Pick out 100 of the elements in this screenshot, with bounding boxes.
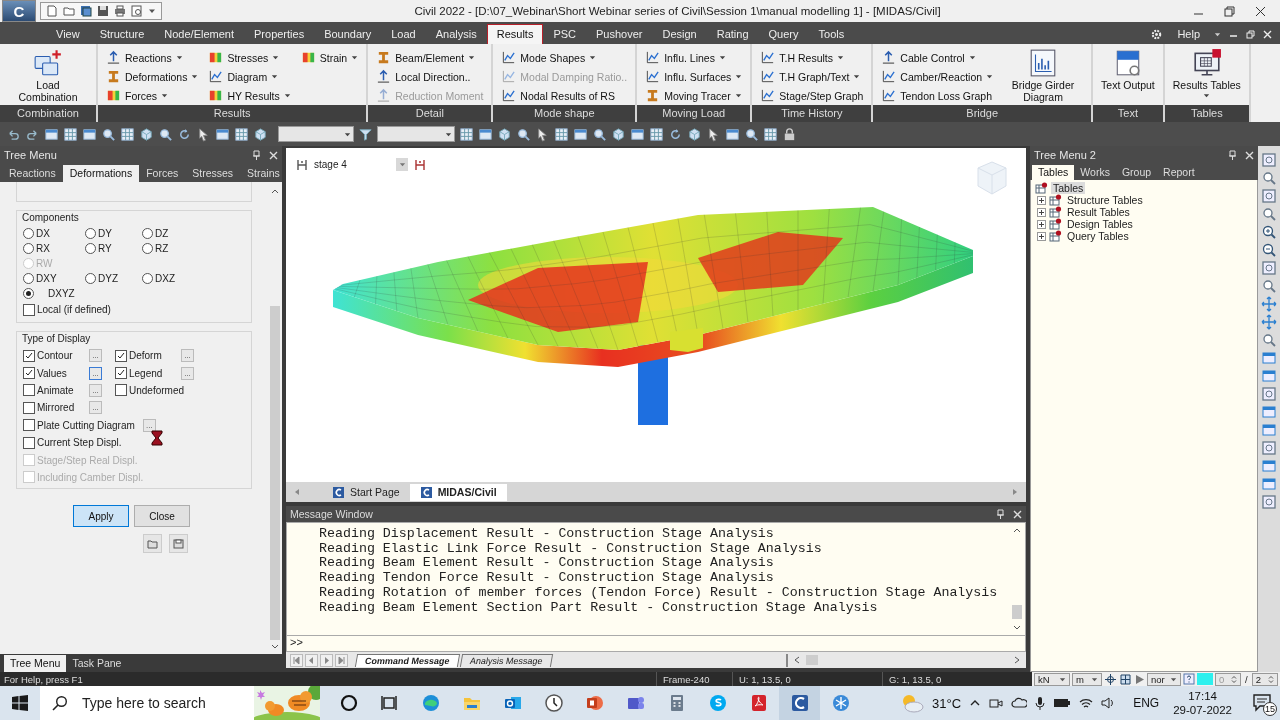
- ribbon-button[interactable]: HY Results: [206, 86, 293, 105]
- menu-tab[interactable]: Structure: [89, 24, 155, 44]
- window-icon[interactable]: [1261, 404, 1277, 420]
- panel-tab[interactable]: Deformations: [62, 165, 140, 182]
- window-icon[interactable]: [215, 126, 230, 142]
- zoom-fit-icon[interactable]: [1261, 494, 1277, 510]
- dialog-button[interactable]: Close: [134, 505, 190, 528]
- play-icon[interactable]: [1134, 672, 1145, 686]
- save-all-icon[interactable]: [80, 5, 92, 17]
- chat-icon[interactable]: [707, 693, 728, 713]
- command-field[interactable]: >>: [286, 636, 1026, 652]
- tree-item[interactable]: Result Tables: [1065, 206, 1132, 218]
- menu-tab[interactable]: View: [46, 24, 90, 44]
- radio-button[interactable]: [23, 243, 34, 254]
- radio-button[interactable]: [85, 243, 96, 254]
- lock-icon[interactable]: [782, 126, 797, 142]
- scrollbar-thumb[interactable]: [1012, 605, 1022, 619]
- battery-icon[interactable]: [1053, 698, 1072, 708]
- ribbon-button[interactable]: Beam/Element: [374, 48, 486, 67]
- magnifier-icon[interactable]: [1261, 206, 1277, 222]
- panel-tab[interactable]: Tables: [1032, 165, 1075, 180]
- ribbon-button[interactable]: Load Combination: [6, 48, 90, 105]
- ribbon-button[interactable]: Reactions: [104, 48, 201, 67]
- menu-tab[interactable]: Query: [758, 24, 809, 44]
- browser-icon[interactable]: [420, 693, 441, 713]
- ribbon-button[interactable]: Deformations: [104, 67, 201, 86]
- ribbon-button[interactable]: Forces: [104, 86, 201, 105]
- panel-tab[interactable]: Report: [1157, 165, 1201, 180]
- checkbox[interactable]: [23, 349, 35, 362]
- radio-button[interactable]: [23, 288, 34, 299]
- dropdown-button[interactable]: [396, 158, 408, 171]
- tree-item[interactable]: Query Tables: [1065, 230, 1131, 242]
- ribbon-button[interactable]: Stage/Step Graph: [758, 86, 866, 105]
- language-indicator[interactable]: ENG: [1133, 696, 1160, 710]
- zoom-fit-icon[interactable]: [1261, 188, 1277, 204]
- scroll-up-icon[interactable]: [1013, 527, 1021, 533]
- checkbox[interactable]: [23, 436, 35, 449]
- menu-tab[interactable]: Load: [381, 24, 426, 44]
- mode-dropdown[interactable]: nor: [1147, 672, 1181, 686]
- more-button[interactable]: ...: [142, 418, 156, 432]
- tree-item[interactable]: Design Tables: [1065, 218, 1135, 230]
- zoom-icon[interactable]: [158, 126, 173, 142]
- menu-tab[interactable]: Pushover: [586, 24, 653, 44]
- panel-tab[interactable]: Works: [1074, 165, 1116, 180]
- grid-icon[interactable]: [554, 126, 569, 142]
- rotate-icon[interactable]: [177, 126, 192, 142]
- dropdown-field[interactable]: [377, 126, 455, 142]
- message-tab[interactable]: Command Message: [354, 653, 460, 667]
- scroll-up-icon[interactable]: [271, 188, 279, 194]
- window-icon[interactable]: [1261, 350, 1277, 366]
- magnifier-icon[interactable]: [1261, 170, 1277, 186]
- grid-icon[interactable]: [234, 126, 249, 142]
- zoom-fit-icon[interactable]: [1261, 152, 1277, 168]
- print-icon[interactable]: [114, 5, 126, 17]
- menu-tab[interactable]: Analysis: [425, 24, 487, 44]
- unit-dropdown[interactable]: kN: [1034, 672, 1070, 686]
- dock-tab[interactable]: Tree Menu: [4, 655, 67, 672]
- window-icon[interactable]: [630, 126, 645, 142]
- zoom-fit-icon[interactable]: [1261, 260, 1277, 276]
- ribbon-button[interactable]: Tendon Loss Graph: [879, 86, 996, 105]
- panel-tab[interactable]: Stresses: [185, 165, 241, 182]
- expand-icon[interactable]: [1037, 231, 1046, 241]
- dialog-button[interactable]: Apply: [73, 505, 129, 528]
- checkbox[interactable]: [23, 384, 35, 397]
- ribbon-button[interactable]: Strain: [298, 48, 361, 67]
- ribbon-button[interactable]: Stresses: [206, 48, 293, 67]
- window-icon[interactable]: [44, 126, 59, 142]
- checkbox[interactable]: [23, 419, 35, 432]
- cursor-icon[interactable]: [196, 126, 211, 142]
- scrollbar-thumb[interactable]: [270, 306, 280, 640]
- pin-icon[interactable]: [1228, 150, 1237, 160]
- pin-icon[interactable]: [252, 150, 261, 160]
- save-button[interactable]: [169, 534, 188, 554]
- search-input[interactable]: Type here to search: [82, 691, 252, 715]
- more-button[interactable]: ...: [89, 349, 102, 363]
- nav-button[interactable]: [320, 653, 333, 667]
- tree-item[interactable]: Structure Tables: [1065, 194, 1145, 206]
- clock-date[interactable]: 29-07-2022: [1173, 703, 1232, 717]
- clock-time[interactable]: 17:14: [1188, 689, 1217, 703]
- unit-dropdown[interactable]: m: [1072, 672, 1102, 686]
- restore-icon[interactable]: [1224, 5, 1235, 17]
- radio-button[interactable]: [142, 243, 153, 254]
- pan-icon[interactable]: [1261, 296, 1277, 312]
- clock-icon[interactable]: [543, 693, 564, 713]
- cursor-icon[interactable]: [706, 126, 721, 142]
- ribbon-button[interactable]: Diagram: [206, 67, 293, 86]
- new-file-icon[interactable]: [46, 5, 58, 17]
- task-view-icon[interactable]: [379, 693, 400, 713]
- snap-grid-icon[interactable]: [1119, 672, 1132, 686]
- checkbox[interactable]: [115, 367, 127, 380]
- ribbon-button[interactable]: Text Output: [1099, 48, 1157, 105]
- ribbon-button[interactable]: T.H Results: [758, 48, 866, 67]
- panel-tab[interactable]: Reactions: [2, 165, 63, 182]
- dropdown-field[interactable]: [278, 126, 354, 142]
- radio-button[interactable]: [23, 228, 34, 239]
- grid-icon[interactable]: [763, 126, 778, 142]
- cube-icon[interactable]: [139, 126, 154, 142]
- snowflake-icon[interactable]: [830, 693, 851, 713]
- filter-icon[interactable]: [358, 126, 373, 142]
- zoom-in-icon[interactable]: [1261, 224, 1277, 240]
